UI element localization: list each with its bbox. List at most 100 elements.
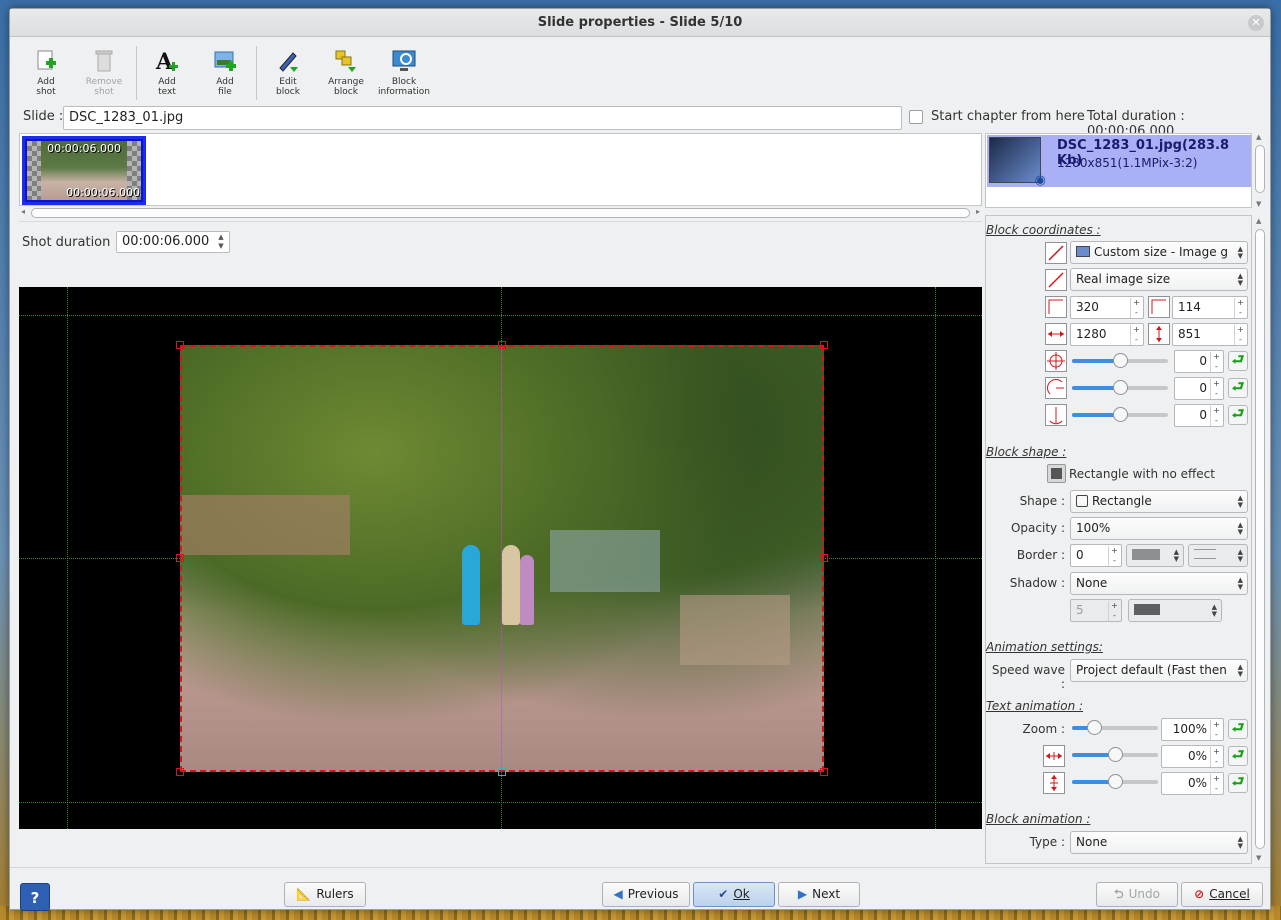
resize-handle[interactable]	[176, 768, 184, 776]
next-button[interactable]: ▶ Next	[778, 882, 860, 907]
scrollbar-thumb[interactable]	[1255, 145, 1265, 193]
scrollbar-thumb[interactable]	[31, 208, 970, 218]
shot-duration-input[interactable]: 00:00:06.000 ▲ ▼	[116, 231, 230, 253]
shape-select[interactable]: Rectangle ▲ ▼	[1070, 490, 1248, 513]
slider-knob[interactable]	[1086, 720, 1102, 735]
border-width-input[interactable]: 0 + -	[1070, 544, 1122, 567]
vertical-shift-input[interactable]: 0% + -	[1161, 772, 1224, 795]
shape-preset-icon[interactable]	[1047, 464, 1066, 483]
resize-handle[interactable]	[176, 341, 184, 349]
edit-block-button[interactable]: Edit block	[258, 46, 318, 97]
reset-arrow-icon[interactable]: ⮐	[1228, 351, 1248, 371]
height-input[interactable]: 851 + -	[1172, 323, 1248, 346]
horizontal-shift-slider[interactable]	[1072, 747, 1158, 762]
scrollbar-thumb[interactable]	[1255, 229, 1265, 849]
image-size-select[interactable]: Real image size ▲ ▼	[1070, 268, 1248, 291]
slider-knob[interactable]	[1108, 774, 1123, 789]
width-input[interactable]: 1280 + -	[1070, 323, 1144, 346]
scroll-up-icon[interactable]: ▲	[1256, 217, 1261, 225]
previous-button[interactable]: ◀ Previous	[602, 882, 690, 907]
spin-arrows-icon[interactable]: + -	[1108, 546, 1120, 566]
vertical-shift-slider[interactable]	[1072, 774, 1158, 789]
spin-arrows-icon[interactable]: + -	[1210, 406, 1222, 426]
resize-handle[interactable]	[498, 341, 506, 349]
reset-arrow-icon[interactable]: ⮐	[1228, 719, 1248, 739]
spin-arrows-icon[interactable]: + -	[1210, 720, 1222, 740]
reset-arrow-icon[interactable]: ⮐	[1228, 746, 1248, 766]
add-shot-button[interactable]: Add shot	[16, 46, 76, 97]
slider-knob[interactable]	[1113, 407, 1128, 422]
shadow-color-select[interactable]: ▲ ▼	[1128, 599, 1222, 622]
size-mode-select[interactable]: Custom size - Image g ▲ ▼	[1070, 241, 1248, 264]
remove-shot-button[interactable]: Remove shot	[74, 46, 134, 97]
slider-knob[interactable]	[1113, 380, 1128, 395]
timeline-scrollbar[interactable]: ◂ ▸	[19, 207, 982, 219]
spin-arrows-icon[interactable]: + -	[1234, 298, 1246, 318]
rotate-y-slider[interactable]	[1072, 407, 1168, 422]
slide-name-input[interactable]: DSC_1283_01.jpg	[63, 106, 902, 130]
add-text-button[interactable]: A Add text	[137, 46, 197, 97]
slider-knob[interactable]	[1113, 353, 1128, 368]
zoom-slider[interactable]	[1072, 720, 1158, 735]
animation-type-select[interactable]: None ▲ ▼	[1070, 831, 1248, 854]
block-list-item[interactable]: ◉ DSC_1283_01.jpg(283.8 Kb) 1280x851(1.1…	[987, 135, 1251, 188]
spin-arrows-icon[interactable]: + -	[1130, 298, 1142, 318]
shadow-select[interactable]: None ▲ ▼	[1070, 572, 1248, 595]
cancel-button[interactable]: ⊘ Cancel	[1181, 882, 1263, 907]
ok-button[interactable]: ✔ Ok	[693, 882, 775, 907]
scroll-right-icon[interactable]: ▸	[976, 207, 980, 216]
rotate-x-slider[interactable]	[1072, 380, 1168, 395]
zoom-input[interactable]: 100% + -	[1161, 718, 1224, 741]
border-color-select[interactable]: ▲ ▼	[1126, 544, 1184, 567]
reset-arrow-icon[interactable]: ⮐	[1228, 378, 1248, 398]
scroll-up-icon[interactable]: ▲	[1256, 133, 1261, 141]
scroll-down-icon[interactable]: ▼	[1256, 200, 1261, 208]
spin-arrows-icon[interactable]: ▲ ▼	[214, 233, 228, 251]
lock-ratio-icon[interactable]	[1045, 242, 1067, 264]
properties-scrollbar[interactable]: ▲ ▼	[1254, 215, 1266, 864]
block-information-button[interactable]: Block information	[374, 46, 434, 97]
resize-handle[interactable]	[820, 554, 828, 562]
arrange-block-button[interactable]: Arrange block	[316, 46, 376, 97]
spin-arrows-icon[interactable]: + -	[1210, 379, 1222, 399]
resize-handle[interactable]	[498, 768, 506, 776]
speed-wave-select[interactable]: Project default (Fast then ▲ ▼	[1070, 659, 1248, 682]
spin-arrows-icon[interactable]: + -	[1210, 774, 1222, 794]
reset-arrow-icon[interactable]: ⮐	[1228, 405, 1248, 425]
help-button[interactable]: ?	[20, 883, 50, 911]
undo-button[interactable]: ⮌ Undo	[1096, 882, 1178, 907]
horizontal-shift-input[interactable]: 0% + -	[1161, 745, 1224, 768]
spin-arrows-icon[interactable]: + -	[1108, 601, 1120, 621]
selection-box[interactable]	[180, 345, 824, 772]
slide-preview[interactable]	[19, 287, 982, 829]
spin-arrows-icon[interactable]: + -	[1234, 325, 1246, 345]
spin-arrows-icon[interactable]: + -	[1210, 352, 1222, 372]
resize-handle[interactable]	[176, 554, 184, 562]
shot-time-end: 00:00:06.000	[66, 186, 140, 199]
block-list-scrollbar[interactable]: ▲ ▼	[1254, 133, 1266, 208]
border-style-select[interactable]: ▲ ▼	[1188, 544, 1248, 567]
scroll-left-icon[interactable]: ◂	[21, 207, 25, 216]
y-position-input[interactable]: 114 + -	[1172, 296, 1248, 319]
x-position-input[interactable]: 320 + -	[1070, 296, 1144, 319]
shot-thumbnail[interactable]: 00:00:06.000 00:00:06.000	[22, 136, 146, 205]
remove-shot-label: Remove shot	[85, 77, 123, 97]
shadow-size-input[interactable]: 5 + -	[1070, 599, 1122, 622]
close-icon[interactable]: ✕	[1248, 15, 1264, 31]
rotate-x-input[interactable]: 0 + -	[1174, 377, 1224, 400]
reset-arrow-icon[interactable]: ⮐	[1228, 773, 1248, 793]
lock-ratio-icon[interactable]	[1045, 269, 1067, 291]
start-chapter-checkbox[interactable]	[909, 110, 923, 124]
opacity-select[interactable]: 100% ▲ ▼	[1070, 517, 1248, 540]
rotate-y-input[interactable]: 0 + -	[1174, 404, 1224, 427]
slider-knob[interactable]	[1108, 747, 1123, 762]
rotate-z-slider[interactable]	[1072, 353, 1168, 368]
spin-arrows-icon[interactable]: + -	[1210, 747, 1222, 767]
rotate-z-input[interactable]: 0 + -	[1174, 350, 1224, 373]
spin-arrows-icon[interactable]: + -	[1130, 325, 1142, 345]
scroll-down-icon[interactable]: ▼	[1256, 854, 1261, 862]
resize-handle[interactable]	[820, 768, 828, 776]
add-file-button[interactable]: Add file	[195, 46, 255, 97]
resize-handle[interactable]	[820, 341, 828, 349]
rulers-button[interactable]: 📐 Rulers	[284, 882, 366, 907]
